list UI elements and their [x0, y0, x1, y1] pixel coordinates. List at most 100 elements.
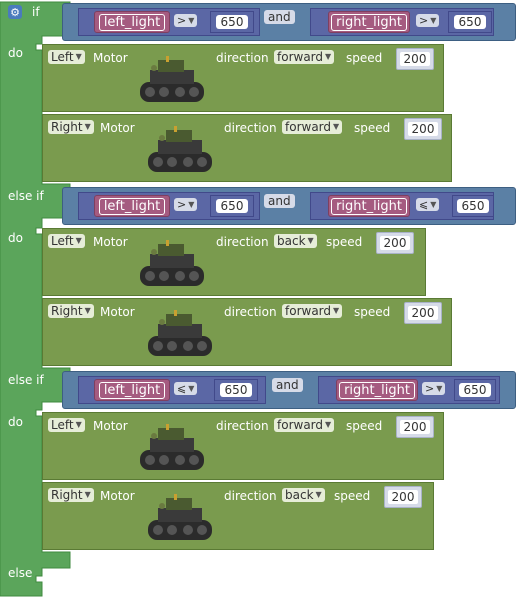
side-dropdown[interactable]: Left ▼	[48, 234, 85, 248]
direction-value: forward	[277, 418, 324, 432]
triangle-down-icon: ▼	[84, 122, 91, 131]
variable-block[interactable]: left_light	[94, 379, 170, 401]
variable-block[interactable]: right_light	[328, 195, 410, 217]
direction-label: direction	[216, 51, 269, 65]
variable-block[interactable]: left_light	[94, 11, 170, 33]
direction-label: direction	[224, 121, 277, 135]
speed-input-block[interactable]: 200	[376, 232, 414, 254]
triangle-down-icon: ▼	[333, 306, 340, 315]
number-block[interactable]: 650	[210, 11, 254, 33]
variable-name: left_light	[98, 197, 166, 215]
triangle-down-icon: ▼	[430, 16, 437, 25]
variable-name: left_light	[98, 381, 166, 399]
side-dropdown[interactable]: Right ▼	[48, 488, 94, 502]
robot-tank-image	[140, 240, 204, 286]
triangle-down-icon: ▼	[188, 16, 195, 25]
operator-dropdown[interactable]: > ▼	[174, 198, 198, 211]
direction-dropdown[interactable]: back ▼	[274, 234, 317, 248]
side-dropdown[interactable]: Right ▼	[48, 304, 94, 318]
operator-dropdown[interactable]: > ▼	[416, 14, 440, 27]
side-value: Left	[51, 50, 74, 64]
logic-operator-dropdown[interactable]: and	[264, 194, 295, 208]
robot-tank-image	[148, 494, 212, 540]
operator-value: >	[177, 198, 187, 211]
number-block[interactable]: 650	[448, 11, 492, 33]
operator-value: >	[425, 382, 435, 395]
direction-label: direction	[224, 489, 277, 503]
direction-value: forward	[277, 50, 324, 64]
direction-dropdown[interactable]: forward ▼	[274, 50, 335, 64]
direction-dropdown[interactable]: forward ▼	[282, 120, 343, 134]
speed-input-block[interactable]: 200	[404, 302, 442, 324]
variable-name: right_light	[339, 381, 415, 399]
side-dropdown[interactable]: Left ▼	[48, 418, 85, 432]
speed-value[interactable]: 200	[399, 420, 431, 434]
variable-name: right_light	[331, 197, 407, 215]
triangle-down-icon: ▼	[75, 52, 82, 61]
operator-dropdown[interactable]: ⩽ ▼	[416, 198, 440, 211]
side-value: Right	[51, 488, 83, 502]
motor-label: Motor	[100, 121, 135, 135]
number-block[interactable]: 650	[210, 195, 254, 217]
triangle-down-icon: ▼	[436, 384, 443, 393]
speed-value[interactable]: 200	[399, 52, 431, 66]
logic-operator-dropdown[interactable]: and	[264, 10, 295, 24]
variable-name: left_light	[98, 13, 166, 31]
operator-dropdown[interactable]: ⩽ ▼	[174, 382, 198, 395]
number-block[interactable]: 650	[454, 379, 496, 401]
number-value[interactable]: 650	[456, 199, 490, 213]
triangle-down-icon: ▼	[307, 236, 314, 245]
speed-label: speed	[326, 235, 363, 249]
number-block[interactable]: 650	[452, 195, 494, 217]
number-value[interactable]: 650	[215, 15, 249, 29]
number-value[interactable]: 650	[215, 199, 249, 213]
do-label: do	[8, 231, 23, 245]
speed-value[interactable]: 200	[379, 236, 411, 250]
operator-dropdown[interactable]: > ▼	[422, 382, 446, 395]
direction-dropdown[interactable]: back ▼	[282, 488, 325, 502]
else-label: else	[8, 566, 33, 580]
speed-value[interactable]: 200	[407, 306, 439, 320]
number-value[interactable]: 650	[219, 383, 253, 397]
triangle-down-icon: ▼	[84, 306, 91, 315]
direction-label: direction	[224, 305, 277, 319]
variable-block[interactable]: left_light	[94, 195, 170, 217]
triangle-down-icon: ▼	[188, 384, 195, 393]
number-value[interactable]: 650	[458, 383, 492, 397]
direction-value: forward	[285, 304, 332, 318]
speed-value[interactable]: 200	[407, 122, 439, 136]
direction-dropdown[interactable]: forward ▼	[274, 418, 335, 432]
triangle-down-icon: ▼	[84, 490, 91, 499]
direction-value: forward	[285, 120, 332, 134]
side-value: Left	[51, 234, 74, 248]
triangle-down-icon: ▼	[315, 490, 322, 499]
variable-block[interactable]: right_light	[328, 11, 410, 33]
speed-input-block[interactable]: 200	[396, 48, 434, 70]
logic-operator-dropdown[interactable]: and	[272, 378, 303, 392]
speed-input-block[interactable]: 200	[384, 486, 422, 508]
number-value[interactable]: 650	[453, 15, 487, 29]
else-if-label: else if	[8, 189, 44, 203]
variable-block[interactable]: right_light	[336, 379, 418, 401]
triangle-down-icon: ▼	[75, 420, 82, 429]
speed-input-block[interactable]: 200	[396, 416, 434, 438]
motor-label: Motor	[93, 235, 128, 249]
do-label: do	[8, 415, 23, 429]
gear-icon[interactable]: ⚙	[8, 5, 22, 19]
side-value: Right	[51, 120, 83, 134]
speed-label: speed	[334, 489, 371, 503]
motor-label: Motor	[93, 51, 128, 65]
number-block[interactable]: 650	[214, 379, 258, 401]
side-dropdown[interactable]: Right ▼	[48, 120, 94, 134]
speed-value[interactable]: 200	[387, 490, 419, 504]
direction-dropdown[interactable]: forward ▼	[282, 304, 343, 318]
motor-label: Motor	[93, 419, 128, 433]
direction-value: back	[285, 488, 314, 502]
operator-dropdown[interactable]: > ▼	[174, 14, 198, 27]
triangle-down-icon: ▼	[333, 122, 340, 131]
motor-label: Motor	[100, 489, 135, 503]
side-dropdown[interactable]: Left ▼	[48, 50, 85, 64]
motor-label: Motor	[100, 305, 135, 319]
robot-tank-image	[140, 424, 204, 470]
speed-input-block[interactable]: 200	[404, 118, 442, 140]
